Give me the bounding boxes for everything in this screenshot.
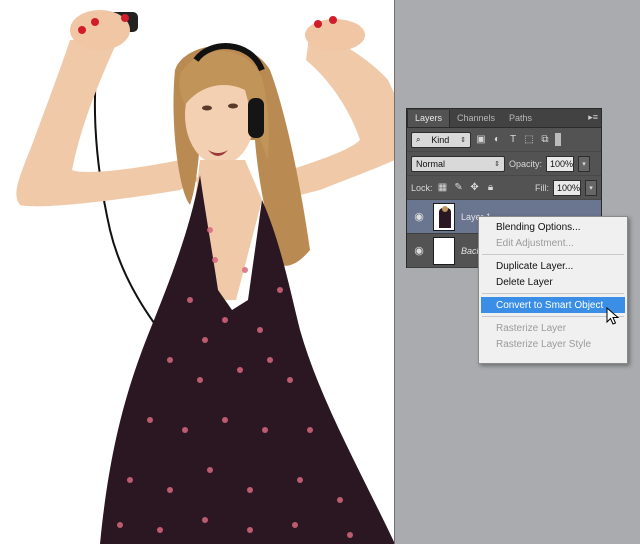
menu-item-convert-to-smart-object[interactable]: Convert to Smart Object <box>481 297 625 313</box>
fill-slider-arrow[interactable]: ▾ <box>585 179 597 196</box>
menu-item-edit-adjustment: Edit Adjustment... <box>496 237 574 249</box>
lock-label: Lock: <box>411 182 433 193</box>
lock-row: Lock: ▦ ✎ ✥ 🔒︎ Fill: 100% ▾ <box>407 176 601 200</box>
filter-kind-label: Kind <box>431 134 450 145</box>
eye-icon[interactable]: ◉ <box>411 210 427 223</box>
tab-paths[interactable]: Paths <box>502 110 539 127</box>
menu-item-rasterize-layer: Rasterize Layer <box>496 322 567 334</box>
blend-mode-value: Normal <box>416 158 446 169</box>
menu-separator <box>482 254 624 255</box>
blend-row: Normal ⇕ Opacity: 100% ▾ <box>407 152 601 176</box>
filter-row: ⌕ Kind ⇕ ▣ ◐ T ⬚ ⧉ <box>407 128 601 152</box>
mouse-cursor-icon <box>606 307 620 325</box>
panel-tabs: Layers Channels Paths ▸≡ <box>407 109 601 128</box>
opacity-slider-arrow[interactable]: ▾ <box>578 155 591 172</box>
type-filter-icon[interactable]: T <box>507 134 519 146</box>
lock-pixels-icon[interactable]: ✎ <box>453 182 465 194</box>
layer-context-menu: Blending Options... Edit Adjustment... D… <box>478 216 628 364</box>
eye-icon[interactable]: ◉ <box>411 244 427 257</box>
lock-transparency-icon[interactable]: ▦ <box>437 182 449 194</box>
fill-label: Fill: <box>535 182 549 193</box>
menu-item-duplicate-layer[interactable]: Duplicate Layer... <box>479 258 627 274</box>
tab-channels[interactable]: Channels <box>450 110 502 127</box>
chevron-updown-icon: ⇕ <box>494 160 500 168</box>
panel-menu-icon[interactable]: ▸≡ <box>588 112 598 123</box>
smart-object-filter-icon[interactable]: ⧉ <box>539 134 551 146</box>
menu-item-rasterize-layer-style: Rasterize Layer Style <box>496 338 592 350</box>
photo-illustration <box>16 10 394 544</box>
menu-separator <box>482 316 624 317</box>
search-icon: ⌕ <box>416 134 421 144</box>
chevron-updown-icon: ⇕ <box>460 136 466 144</box>
lock-all-icon[interactable]: 🔒︎ <box>485 182 497 194</box>
menu-item-blending-options[interactable]: Blending Options... <box>479 219 627 235</box>
adjustment-filter-icon[interactable]: ◐ <box>491 134 503 146</box>
document-canvas[interactable] <box>0 0 395 544</box>
lock-position-icon[interactable]: ✥ <box>469 182 481 194</box>
opacity-label: Opacity: <box>509 158 543 169</box>
image-filter-icon[interactable]: ▣ <box>475 134 487 146</box>
opacity-field[interactable]: 100% <box>546 155 575 172</box>
blend-mode-dropdown[interactable]: Normal ⇕ <box>411 155 505 172</box>
shape-filter-icon[interactable]: ⬚ <box>523 134 535 146</box>
layer-thumbnail <box>433 202 455 231</box>
filter-kind-dropdown[interactable]: ⌕ Kind ⇕ <box>411 131 471 148</box>
filter-toggle-icon[interactable] <box>555 133 561 146</box>
menu-separator <box>482 293 624 294</box>
tab-layers[interactable]: Layers <box>407 110 451 127</box>
fill-field[interactable]: 100% <box>553 179 581 196</box>
menu-item-delete-layer[interactable]: Delete Layer <box>479 274 627 290</box>
layer-thumbnail <box>433 236 455 265</box>
